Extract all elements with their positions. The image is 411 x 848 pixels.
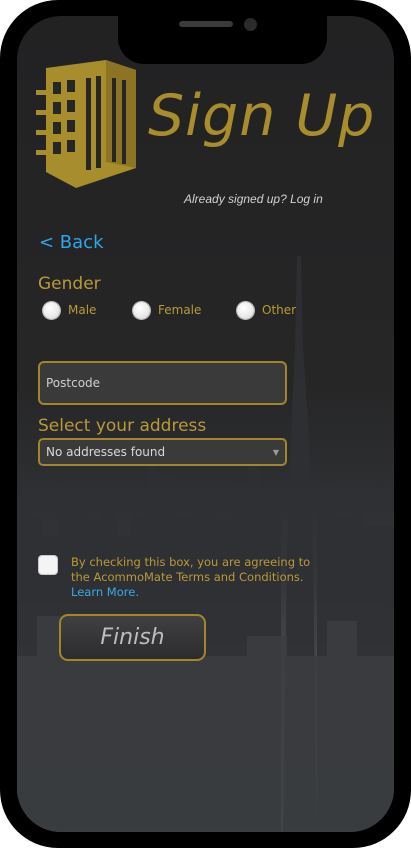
terms-text: By checking this box, you are agreeing t…	[71, 555, 331, 600]
back-button[interactable]: < Back	[39, 232, 104, 253]
radio-male-label: Male	[68, 303, 97, 317]
terms-checkbox[interactable]	[38, 555, 58, 575]
chevron-down-icon: ▼	[272, 447, 279, 457]
radio-other-label: Other	[262, 303, 297, 317]
postcode-field[interactable]	[38, 361, 287, 405]
radio-button-icon[interactable]	[237, 301, 254, 319]
radio-other[interactable]: Other	[237, 300, 296, 320]
finish-button[interactable]: Finish	[59, 614, 206, 661]
finish-button-label: Finish	[100, 625, 165, 650]
radio-female[interactable]: Female	[133, 300, 201, 320]
radio-male[interactable]: Male	[43, 300, 96, 320]
radio-female-label: Female	[158, 303, 202, 317]
radio-button-icon[interactable]	[43, 301, 60, 319]
address-select-value: No addresses found	[46, 445, 166, 459]
gender-label: Gender	[38, 274, 101, 294]
building-logo-icon	[36, 60, 136, 188]
terms-statement: By checking this box, you are agreeing t…	[71, 555, 311, 584]
postcode-input[interactable]	[40, 363, 285, 403]
speaker-grille	[179, 21, 233, 27]
terms-period: .	[135, 585, 139, 599]
front-camera	[244, 18, 257, 31]
page-title: Sign Up	[148, 83, 376, 149]
radio-button-icon[interactable]	[133, 301, 150, 319]
address-label: Select your address	[38, 416, 207, 436]
login-link[interactable]: Already signed up? Log in	[184, 192, 323, 206]
address-select[interactable]: No addresses found ▼	[38, 438, 287, 466]
learn-more-link[interactable]: Learn More	[71, 585, 135, 599]
